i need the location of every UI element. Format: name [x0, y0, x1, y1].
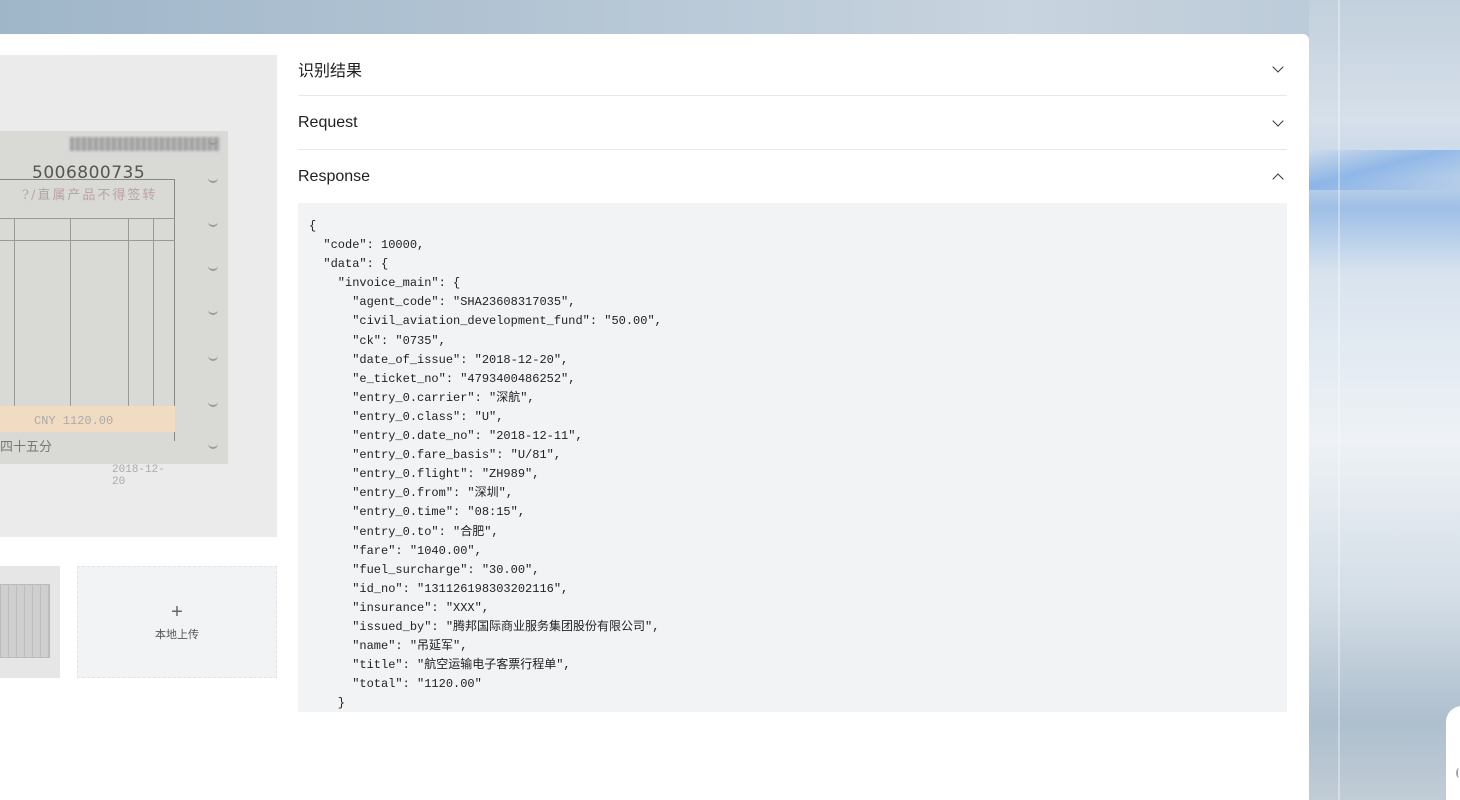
floating-widget[interactable] — [1446, 706, 1460, 800]
perforation-hole — [208, 173, 218, 183]
perforation-hole — [208, 135, 218, 145]
ticket-total: CNY 1120.00 — [34, 414, 114, 428]
section-title: Response — [298, 167, 371, 185]
ticket-stamp: ?/直属产品不得签转 — [22, 188, 158, 203]
section-title: 识别结果 — [298, 62, 363, 80]
chevron-up-icon — [1272, 172, 1284, 185]
ticket-bottom-text: 四十五分 — [0, 440, 53, 455]
barcode-image — [70, 137, 220, 151]
ticket-grid-col — [14, 218, 15, 406]
ticket-grid-col — [153, 218, 154, 406]
section-request[interactable]: Request — [298, 96, 1287, 150]
perforation-hole — [208, 439, 218, 449]
ticket-grid-line — [0, 218, 175, 219]
local-upload-button[interactable]: + 本地上传 — [77, 566, 277, 678]
result-accordion: 识别结果 Request Response { "code": 10000, "… — [298, 34, 1287, 712]
background-divider — [1338, 0, 1340, 800]
section-title: Request — [298, 113, 358, 131]
image-preview: 5006800735 ?/直属产品不得签转 CNY 1120.00 四十五分 2… — [0, 55, 277, 537]
section-recognition-result[interactable]: 识别结果 — [298, 34, 1287, 96]
ticket-date: 2018-12-20 — [112, 464, 165, 488]
ticket-total-row: CNY 1120.00 — [0, 406, 175, 432]
plus-icon: + — [171, 601, 183, 623]
ticket-grid: ?/直属产品不得签转 CNY 1120.00 四十五分 2018-12-20 — [0, 179, 175, 488]
background-stripe — [1309, 150, 1460, 190]
ticket-grid-col — [128, 218, 129, 406]
ticket-perforation — [204, 131, 228, 464]
upload-label: 本地上传 — [155, 629, 199, 641]
background-right — [1309, 0, 1460, 800]
perforation-hole — [208, 351, 218, 361]
ticket-grid-line — [0, 240, 175, 241]
main-panel: 5006800735 ?/直属产品不得签转 CNY 1120.00 四十五分 2… — [0, 34, 1309, 800]
chevron-down-icon — [1272, 114, 1284, 127]
perforation-hole — [208, 397, 218, 407]
perforation-hole — [208, 261, 218, 271]
response-code-block[interactable]: { "code": 10000, "data": { "invoice_main… — [298, 203, 1287, 712]
perforation-hole — [208, 217, 218, 227]
ticket-grid-col — [70, 218, 71, 406]
chevron-down-icon — [1272, 60, 1284, 73]
thumbnail-image — [0, 584, 50, 658]
ticket-image: 5006800735 ?/直属产品不得签转 CNY 1120.00 四十五分 2… — [0, 131, 228, 488]
section-response[interactable]: Response — [298, 150, 1287, 203]
background-sky — [0, 0, 1460, 34]
widget-icon — [1456, 768, 1460, 778]
perforation-hole — [208, 305, 218, 315]
image-thumbnail[interactable] — [0, 566, 60, 678]
